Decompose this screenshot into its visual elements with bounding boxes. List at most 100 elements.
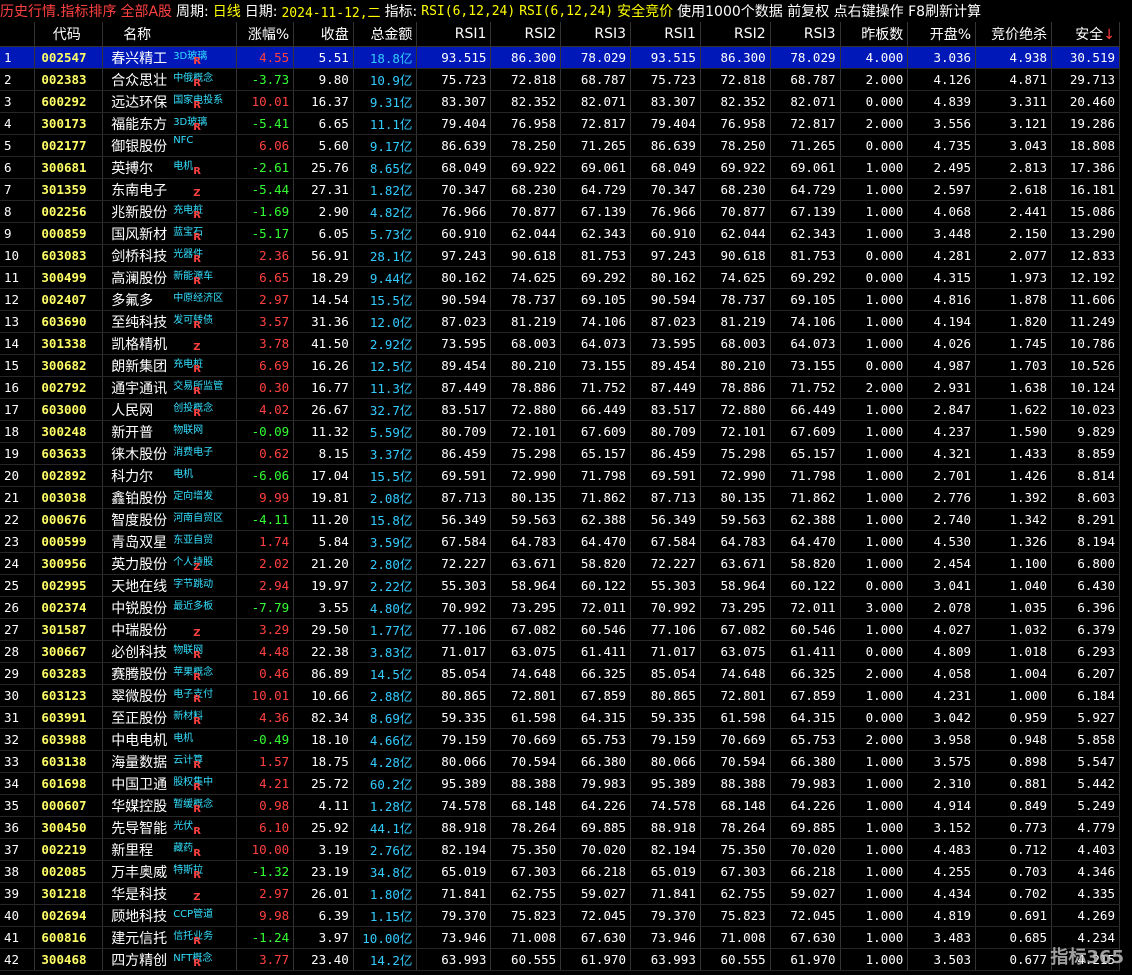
col-header-rsi3-b[interactable]: RSI3 xyxy=(770,22,841,47)
stock-name-cell[interactable]: 华媒控股 暂缓概念 R xyxy=(102,794,237,817)
stock-name-cell[interactable]: 天地在线 字节跳动 xyxy=(102,574,237,597)
stock-name-cell[interactable]: 新里程 藏药 R xyxy=(102,838,237,861)
stock-code[interactable]: 300682 xyxy=(34,354,104,377)
stock-name-cell[interactable]: 徕木股份 消费电子 xyxy=(102,442,237,465)
stock-code[interactable]: 300468 xyxy=(34,948,104,971)
stock-name[interactable]: 至纯科技 xyxy=(111,315,167,331)
stock-code[interactable]: 002995 xyxy=(34,574,104,597)
stock-code[interactable]: 301359 xyxy=(34,178,104,201)
stock-name[interactable]: 海量数据 xyxy=(111,755,167,771)
stock-name[interactable]: 多氟多 xyxy=(111,293,153,309)
stock-name-cell[interactable]: 至纯科技 发可转债 R xyxy=(102,310,237,333)
stock-name[interactable]: 御银股份 xyxy=(111,139,167,155)
stock-code[interactable]: 300956 xyxy=(34,552,104,575)
stock-code[interactable]: 300667 xyxy=(34,640,104,663)
stock-name-cell[interactable]: 合众思壮 中俄概念 R xyxy=(102,68,237,91)
col-header-prev-boards[interactable]: 昨板数 xyxy=(840,22,909,47)
stock-name-cell[interactable]: 春兴精工 3D玻璃 R xyxy=(102,46,237,69)
stock-name-cell[interactable]: 通宇通讯 交易所监管 R xyxy=(102,376,237,399)
stock-name-cell[interactable]: 智度股份 河南自贸区 xyxy=(102,508,237,531)
date-value[interactable]: 2024-11-12,二 xyxy=(281,2,380,21)
col-header-rsi3[interactable]: RSI3 xyxy=(560,22,632,47)
stock-name-cell[interactable]: 高澜股份 新能源车 R xyxy=(102,266,237,289)
stock-name[interactable]: 中瑞股份 xyxy=(111,623,167,639)
stock-name-cell[interactable]: 必创科技 物联网 R xyxy=(102,640,237,663)
col-header-close[interactable]: 收盘 xyxy=(293,22,354,47)
table-row[interactable]: 13 603690 至纯科技 发可转债 R 3.57 31.36 12.0亿 87.023 81.… xyxy=(0,310,1120,333)
stock-code[interactable]: 603123 xyxy=(34,684,104,707)
stock-code[interactable]: 301218 xyxy=(34,882,104,905)
stock-name-cell[interactable]: 新开普 物联网 xyxy=(102,420,237,443)
stock-name-cell[interactable]: 中锐股份 最近多板 xyxy=(102,596,237,619)
col-header-rsi2[interactable]: RSI2 xyxy=(490,22,562,47)
stock-name-cell[interactable]: 顾地科技 CCP管道 xyxy=(102,904,237,927)
table-row[interactable]: 14 301338 凯格精机 Z 3.78 41.50 2.92亿 73.595 68.003 6… xyxy=(0,332,1120,355)
stock-code[interactable]: 002085 xyxy=(34,860,104,883)
stock-name[interactable]: 翠微股份 xyxy=(111,689,167,705)
stock-name-cell[interactable]: 至正股份 新材料 R xyxy=(102,706,237,729)
table-row[interactable]: 34 601698 中国卫通 股权集中 R 4.21 25.72 60.2亿 95.389 88.… xyxy=(0,772,1120,795)
stock-name-cell[interactable]: 赛腾股份 苹果概念 R xyxy=(102,662,237,685)
table-row[interactable]: 15 300682 朗新集团 充电桩 R 6.69 16.26 12.5亿 89.454 80.2… xyxy=(0,354,1120,377)
stock-name[interactable]: 徕木股份 xyxy=(111,447,167,463)
stock-name-cell[interactable]: 华是科技 Z xyxy=(102,882,237,905)
table-row[interactable]: 17 603000 人民网 创投概念 R 4.02 26.67 32.7亿 83.517 72.8… xyxy=(0,398,1120,421)
table-row[interactable]: 33 603138 海量数据 云计算 R 1.57 18.75 4.28亿 80.066 70.5… xyxy=(0,750,1120,773)
stock-name[interactable]: 华是科技 xyxy=(111,887,167,903)
stock-name[interactable]: 剑桥科技 xyxy=(111,249,167,265)
stock-code[interactable]: 300173 xyxy=(34,112,104,135)
table-row[interactable]: 30 603123 翠微股份 电子支付 R 10.01 10.66 2.88亿 80.865 72… xyxy=(0,684,1120,707)
stock-name[interactable]: 科力尔 xyxy=(111,469,153,485)
table-row[interactable]: 7 301359 东南电子 Z -5.44 27.31 1.82亿 70.347 68.230 6… xyxy=(0,178,1120,201)
table-row[interactable]: 37 002219 新里程 藏药 R 10.00 3.19 2.76亿 82.194 75.350… xyxy=(0,838,1120,861)
table-row[interactable]: 35 000607 华媒控股 暂缓概念 R 0.98 4.11 1.28亿 74.578 68.1… xyxy=(0,794,1120,817)
stock-name[interactable]: 中锐股份 xyxy=(111,601,167,617)
stock-name[interactable]: 东南电子 xyxy=(111,183,167,199)
stock-name-cell[interactable]: 朗新集团 充电桩 R xyxy=(102,354,237,377)
table-row[interactable]: 20 002892 科力尔 电机 -6.06 17.04 15.5亿 69.591 72.990… xyxy=(0,464,1120,487)
stock-name-cell[interactable]: 建元信托 信托业务 R xyxy=(102,926,237,949)
stock-name[interactable]: 春兴精工 xyxy=(111,51,167,67)
stock-code[interactable]: 002407 xyxy=(34,288,104,311)
table-row[interactable]: 5 002177 御银股份 NFC 6.06 5.60 9.17亿 86.639 78.250 7… xyxy=(0,134,1120,157)
stock-name[interactable]: 兆新股份 xyxy=(111,205,167,221)
stock-name[interactable]: 通宇通讯 xyxy=(111,381,167,397)
table-row[interactable]: 38 002085 万丰奥威 特斯拉 R -1.32 23.19 34.8亿 65.019 67.… xyxy=(0,860,1120,883)
stock-code[interactable]: 002219 xyxy=(34,838,104,861)
stock-code[interactable]: 000607 xyxy=(34,794,104,817)
stock-name-cell[interactable]: 多氟多 中原经济区 xyxy=(102,288,237,311)
table-row[interactable]: 12 002407 多氟多 中原经济区 2.97 14.54 15.5亿 90.594 78.7… xyxy=(0,288,1120,311)
stock-name-cell[interactable]: 剑桥科技 光器件 R xyxy=(102,244,237,267)
stock-name-cell[interactable]: 凯格精机 Z xyxy=(102,332,237,355)
col-header-open-pct[interactable]: 开盘% xyxy=(907,22,977,47)
table-row[interactable]: 29 603283 赛腾股份 苹果概念 R 0.46 86.89 14.5亿 85.054 74.… xyxy=(0,662,1120,685)
stock-name[interactable]: 福能东方 xyxy=(111,117,167,133)
indicator-value-2[interactable]: RSI(6,12,24) xyxy=(519,4,613,19)
stock-code[interactable]: 603283 xyxy=(34,662,104,685)
stock-name-cell[interactable]: 福能东方 3D玻璃 R xyxy=(102,112,237,135)
table-row[interactable]: 3 600292 远达环保 国家电投系 R 10.01 16.37 9.31亿 83.307 82… xyxy=(0,90,1120,113)
stock-name[interactable]: 高澜股份 xyxy=(111,271,167,287)
stock-code[interactable]: 603633 xyxy=(34,442,104,465)
table-row[interactable]: 6 300681 英搏尔 电机 R -2.61 25.76 8.65亿 68.049 69.922… xyxy=(0,156,1120,179)
stock-name-cell[interactable]: 四方精创 NFT概念 R xyxy=(102,948,237,971)
stock-code[interactable]: 600292 xyxy=(34,90,104,113)
stock-name-cell[interactable]: 国风新材 蓝宝石 R xyxy=(102,222,237,245)
table-row[interactable]: 9 000859 国风新材 蓝宝石 R -5.17 6.05 5.73亿 60.910 62.04… xyxy=(0,222,1120,245)
col-header-rsi1-b[interactable]: RSI1 xyxy=(630,22,701,47)
stock-name[interactable]: 先导智能 xyxy=(111,821,167,837)
stock-code[interactable]: 300681 xyxy=(34,156,104,179)
table-row[interactable]: 23 000599 青岛双星 东亚自贸 1.74 5.84 3.59亿 67.584 64.78… xyxy=(0,530,1120,553)
table-row[interactable]: 18 300248 新开普 物联网 -0.09 11.32 5.59亿 80.709 72.10… xyxy=(0,420,1120,443)
stock-name-cell[interactable]: 人民网 创投概念 R xyxy=(102,398,237,421)
stock-code[interactable]: 002694 xyxy=(34,904,104,927)
stock-name-cell[interactable]: 东南电子 Z xyxy=(102,178,237,201)
stock-name[interactable]: 鑫铂股份 xyxy=(111,491,167,507)
stock-code[interactable]: 300450 xyxy=(34,816,104,839)
stock-name[interactable]: 顾地科技 xyxy=(111,909,167,925)
stock-name[interactable]: 至正股份 xyxy=(111,711,167,727)
stock-code[interactable]: 603988 xyxy=(34,728,104,751)
stock-name-cell[interactable]: 远达环保 国家电投系 R xyxy=(102,90,237,113)
stock-name[interactable]: 新里程 xyxy=(111,843,153,859)
stock-name-cell[interactable]: 御银股份 NFC xyxy=(102,134,237,157)
